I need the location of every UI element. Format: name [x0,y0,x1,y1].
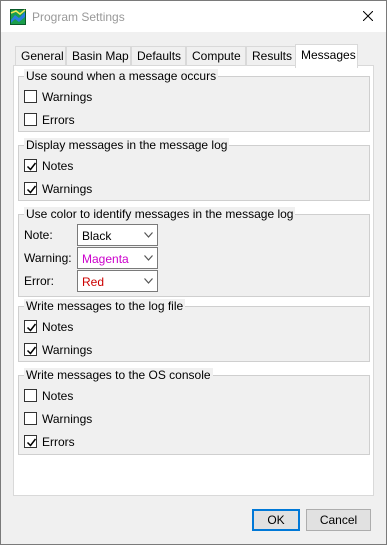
checkbox-box[interactable] [24,90,37,103]
display-log-group: Display messages in the message log Note… [18,138,370,201]
close-icon [363,11,373,21]
checkbox-box[interactable] [24,435,37,448]
error-color-select[interactable]: Red [77,270,158,292]
checkbox-box[interactable] [24,343,37,356]
checkbox-label: Errors [42,435,75,449]
checkbox-label: Errors [42,113,75,127]
map-icon [10,9,26,25]
warning-color-select[interactable]: Magenta [77,247,158,269]
checkbox-box[interactable] [24,389,37,402]
log-file-group: Write messages to the log file Notes War… [18,299,370,362]
display-log-group-title: Display messages in the message log [24,138,230,152]
os-console-group-title: Write messages to the OS console [24,368,213,382]
checkbox-label: Warnings [42,343,93,357]
checkbox-box[interactable] [24,412,37,425]
select-value: Magenta [82,252,129,266]
checkbox-box[interactable] [24,182,37,195]
log-file-group-title: Write messages to the log file [24,299,186,313]
checkbox-box[interactable] [24,113,37,126]
message-color-group: Use color to identify messages in the me… [18,207,370,297]
checkbox-box[interactable] [24,159,37,172]
sound-group: Use sound when a message occurs Warnings… [18,69,370,132]
chevron-down-icon [144,255,153,261]
note-color-select[interactable]: Black [77,224,158,246]
tab-results[interactable]: Results [246,46,296,67]
checkbox-box[interactable] [24,320,37,333]
tab-defaults[interactable]: Defaults [131,46,186,67]
checkbox-label: Notes [42,389,74,403]
warning-color-label: Warning: [24,251,72,265]
tab-basin-map[interactable]: Basin Map [66,46,131,67]
os-console-group: Write messages to the OS console Notes W… [18,368,370,455]
sound-group-title: Use sound when a message occurs [24,69,219,83]
checkmark-icon [26,323,37,332]
checkbox-label: Warnings [42,182,93,196]
checkbox-label: Warnings [42,90,93,104]
cancel-button[interactable]: Cancel [306,509,371,531]
tab-messages[interactable]: Messages [295,44,358,68]
note-color-label: Note: [24,228,53,242]
title-bar[interactable]: Program Settings [1,1,386,32]
close-button[interactable] [350,1,386,32]
message-color-group-title: Use color to identify messages in the me… [24,207,296,221]
window-title: Program Settings [32,10,125,24]
messages-panel: Use sound when a message occurs Warnings… [13,65,374,496]
checkmark-icon [26,162,37,171]
ok-button[interactable]: OK [252,509,300,531]
tab-general[interactable]: General [15,46,66,67]
program-settings-dialog: Program Settings General Basin Map Defau… [0,0,387,545]
select-value: Red [82,275,105,289]
checkbox-label: Notes [42,159,74,173]
chevron-down-icon [144,232,153,238]
checkmark-icon [26,185,37,194]
tab-compute[interactable]: Compute [186,46,246,67]
checkmark-icon [26,346,37,355]
checkbox-label: Notes [42,320,74,334]
chevron-down-icon [144,278,153,284]
select-value: Black [82,229,112,243]
checkbox-label: Warnings [42,412,93,426]
error-color-label: Error: [24,274,54,288]
checkmark-icon [26,438,37,447]
